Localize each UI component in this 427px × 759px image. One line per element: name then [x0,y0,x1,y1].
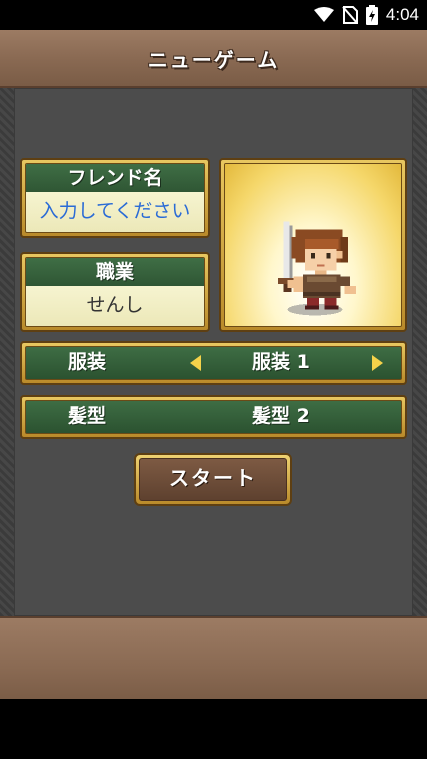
battery-charging-icon [365,5,378,25]
friend-name-input[interactable]: 入力してください [26,192,204,232]
system-nav-bar [0,699,427,759]
wifi-icon [313,7,334,22]
start-button-label: スタート [139,458,287,501]
hairstyle-selector: 髪型 髪型 2 [20,395,407,439]
outfit-selector: 服装 服装 1 [20,341,407,385]
job-value: せんし [26,286,204,326]
status-bar: 4:04 [0,0,427,30]
main-panel: フレンド名 入力してください 職業 せんし 服装 服装 1 髪型 髪型 2 [0,88,427,616]
no-sim-icon [342,6,358,24]
friend-name-label: フレンド名 [26,164,204,192]
job-box: 職業 せんし [20,252,210,332]
start-button[interactable]: スタート [134,453,292,506]
outfit-label: 服装 [68,351,107,373]
status-time: 4:04 [385,5,419,24]
character-portrait-frame [219,158,407,332]
title-header: ニューゲーム [0,30,427,88]
warrior-character-sprite [277,221,357,316]
hairstyle-label: 髪型 [68,405,107,427]
job-label: 職業 [26,258,204,286]
right-edge-pattern [413,88,427,616]
outfit-value: 服装 1 [252,351,310,373]
page-title: ニューゲーム [147,48,280,72]
left-edge-pattern [0,88,14,616]
friend-name-box[interactable]: フレンド名 入力してください [20,158,210,238]
status-icons: 4:04 [313,5,419,25]
outfit-next-arrow-icon[interactable] [372,355,383,371]
hairstyle-value[interactable]: 髪型 2 [252,401,310,431]
bottom-bar [0,616,427,701]
outfit-prev-arrow-icon[interactable] [190,355,201,371]
character-portrait [225,164,401,326]
